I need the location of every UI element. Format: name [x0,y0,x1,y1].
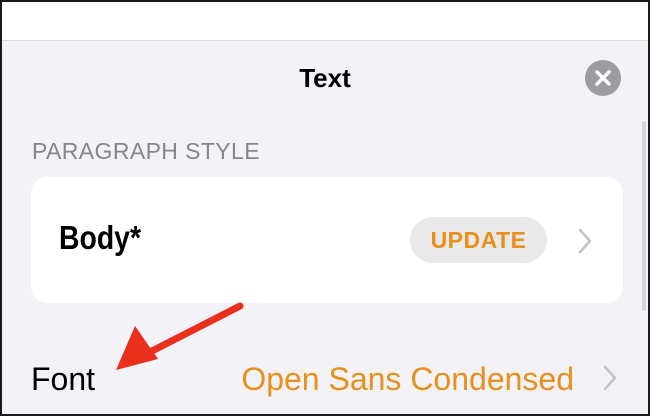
font-label: Font [31,361,96,397]
close-icon [595,70,611,86]
chevron-right-icon [578,228,592,254]
chevron-right-icon [603,365,617,391]
document-top-strip [2,2,648,41]
update-button[interactable]: UPDATE [410,217,547,263]
panel-title: Text [299,63,351,93]
scrollbar[interactable] [642,121,646,311]
screenshot-frame: Text PARAGRAPH STYLE Body* UPDATE Font O… [0,0,650,416]
paragraph-style-name: Body* [59,219,141,256]
paragraph-style-row[interactable]: Body* UPDATE [31,177,623,303]
text-format-panel: Text PARAGRAPH STYLE Body* UPDATE Font O… [2,41,648,414]
paragraph-style-header: PARAGRAPH STYLE [32,138,260,164]
font-row[interactable]: Font Open Sans Condensed [2,349,648,409]
font-value: Open Sans Condensed [241,361,574,397]
close-button[interactable] [585,60,621,96]
